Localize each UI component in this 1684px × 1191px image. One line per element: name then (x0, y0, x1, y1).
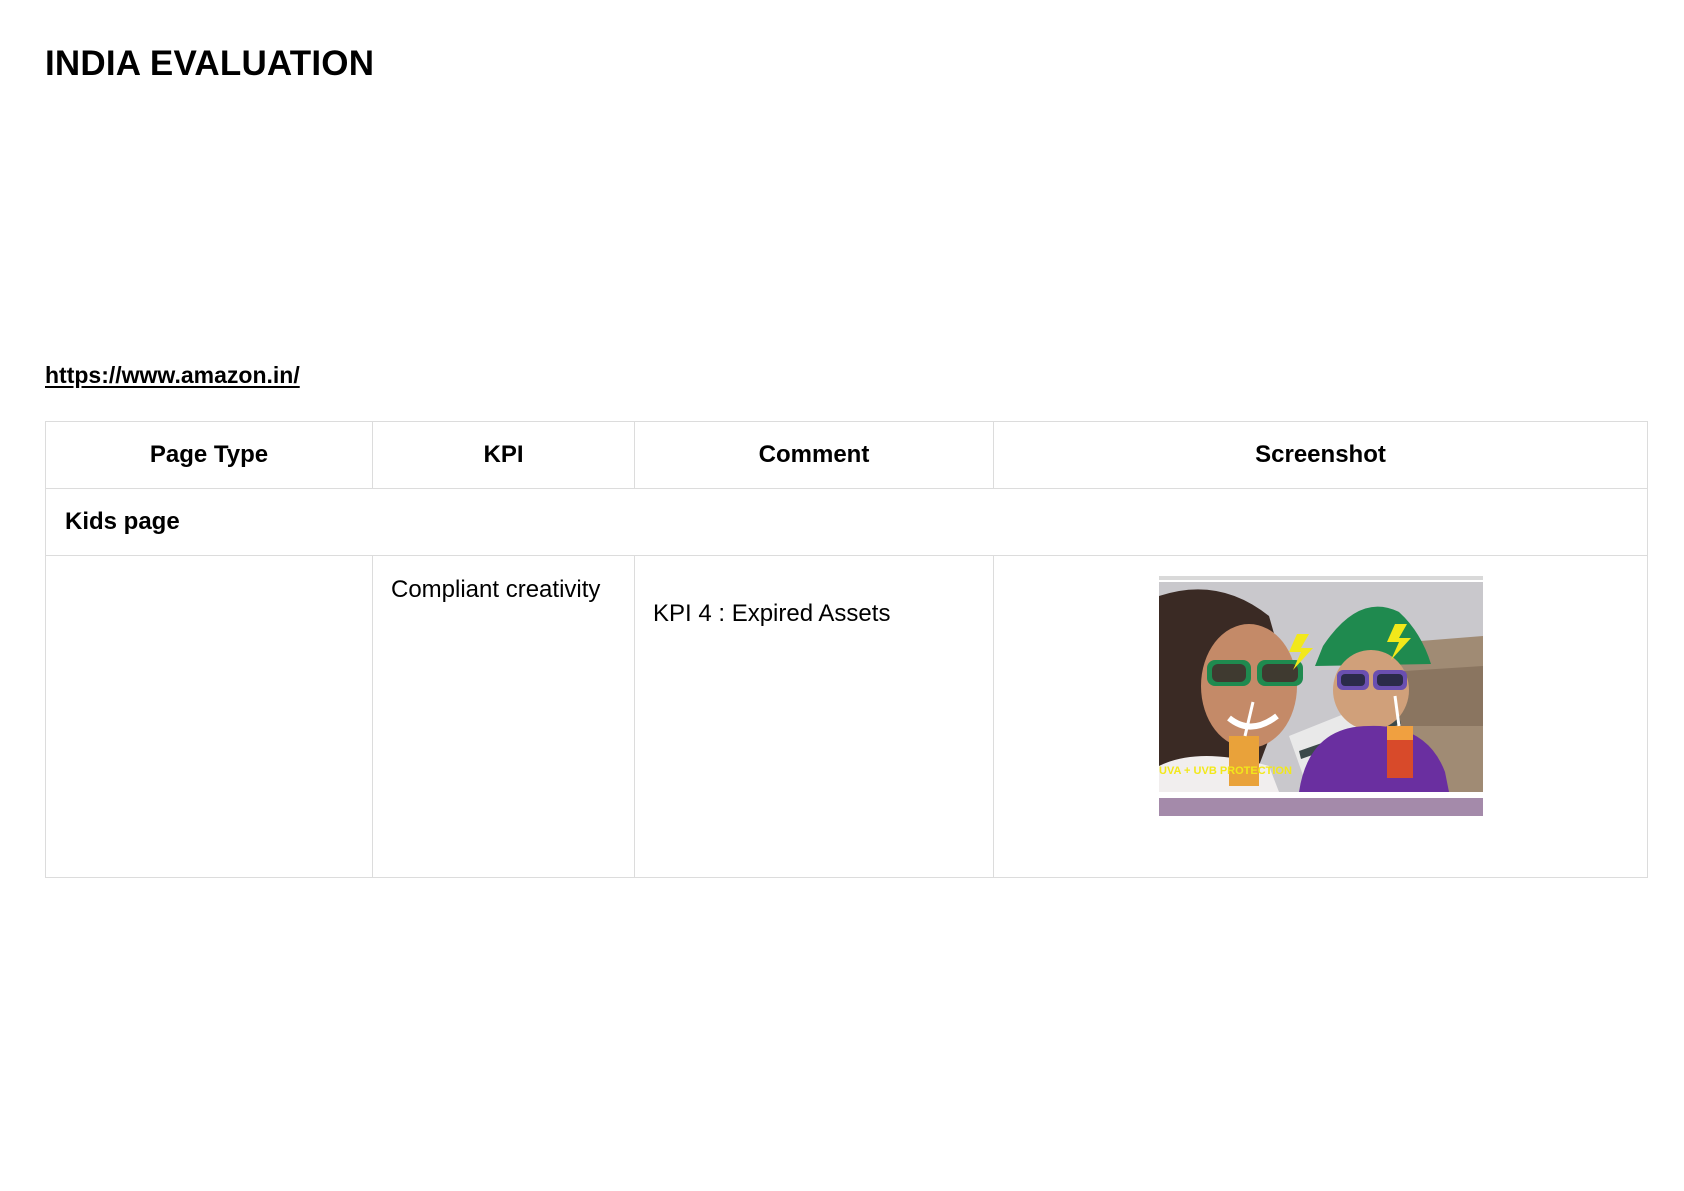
column-header-comment: Comment (634, 421, 994, 489)
cell-page-type (45, 555, 373, 878)
table-header-row: Page Type KPI Comment Screenshot (45, 421, 1648, 489)
section-label: Kids page (45, 488, 1648, 556)
kids-sunglasses-banner-image: UVA + UVB PROTECTION (1158, 576, 1483, 816)
table-row: Compliant creativity KPI 4 : Expired Ass… (45, 555, 1648, 878)
banner-image-graphic: UVA + UVB PROTECTION (1158, 576, 1483, 816)
cell-screenshot: UVA + UVB PROTECTION (993, 555, 1648, 878)
column-header-kpi: KPI (372, 421, 635, 489)
cell-kpi: Compliant creativity (372, 555, 635, 878)
page-title: INDIA EVALUATION (45, 44, 375, 83)
section-row: Kids page (45, 488, 1648, 556)
banner-overlay-text: UVA + UVB PROTECTION (1159, 765, 1292, 777)
column-header-screenshot: Screenshot (993, 421, 1648, 489)
column-header-page-type: Page Type (45, 421, 373, 489)
cell-comment: KPI 4 : Expired Assets (634, 555, 994, 878)
evaluation-table: Page Type KPI Comment Screenshot Kids pa… (45, 421, 1648, 878)
site-url-link[interactable]: https://www.amazon.in/ (45, 362, 300, 389)
